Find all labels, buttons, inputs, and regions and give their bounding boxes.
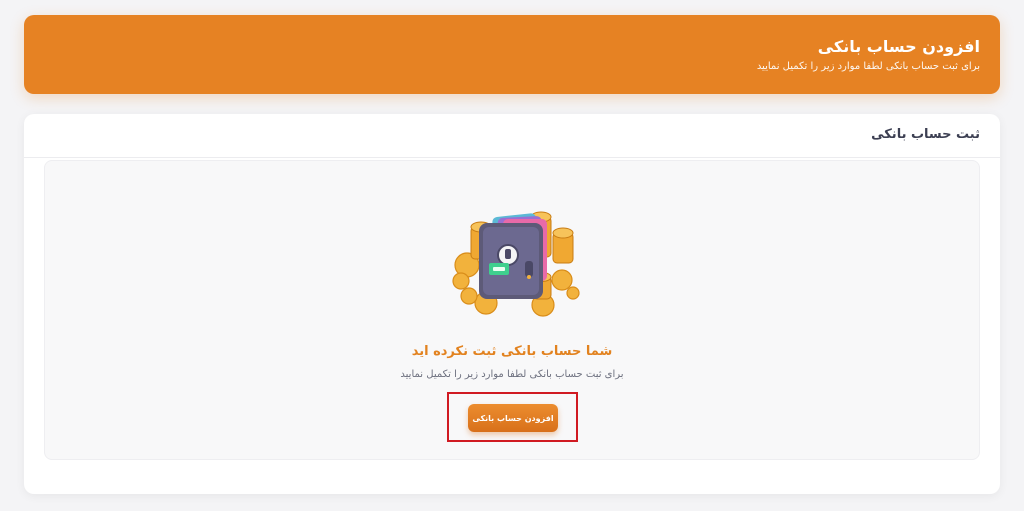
highlight-frame: افزودن حساب بانکی bbox=[447, 392, 578, 442]
bank-account-card: ثبت حساب بانکی شما حساب بانکی ثبت نکرده … bbox=[24, 114, 1000, 494]
add-bank-account-button[interactable]: افزودن حساب بانکی bbox=[468, 404, 558, 432]
page-subtitle: برای ثبت حساب بانکی لطفا موارد زیر را تک… bbox=[756, 61, 980, 72]
page-title: افزودن حساب بانکی bbox=[817, 37, 980, 56]
empty-state-panel: شما حساب بانکی ثبت نکرده اید برای ثبت حس… bbox=[44, 160, 980, 460]
wallet-with-coins-icon bbox=[452, 211, 580, 317]
empty-state-title: شما حساب بانکی ثبت نکرده اید bbox=[411, 344, 613, 359]
empty-state-subtitle: برای ثبت حساب بانکی لطفا موارد زیر را تک… bbox=[400, 369, 624, 380]
page-header: افزودن حساب بانکی برای ثبت حساب بانکی لط… bbox=[24, 15, 1000, 94]
card-title: ثبت حساب بانکی bbox=[871, 127, 980, 142]
card-header: ثبت حساب بانکی bbox=[24, 114, 1000, 158]
